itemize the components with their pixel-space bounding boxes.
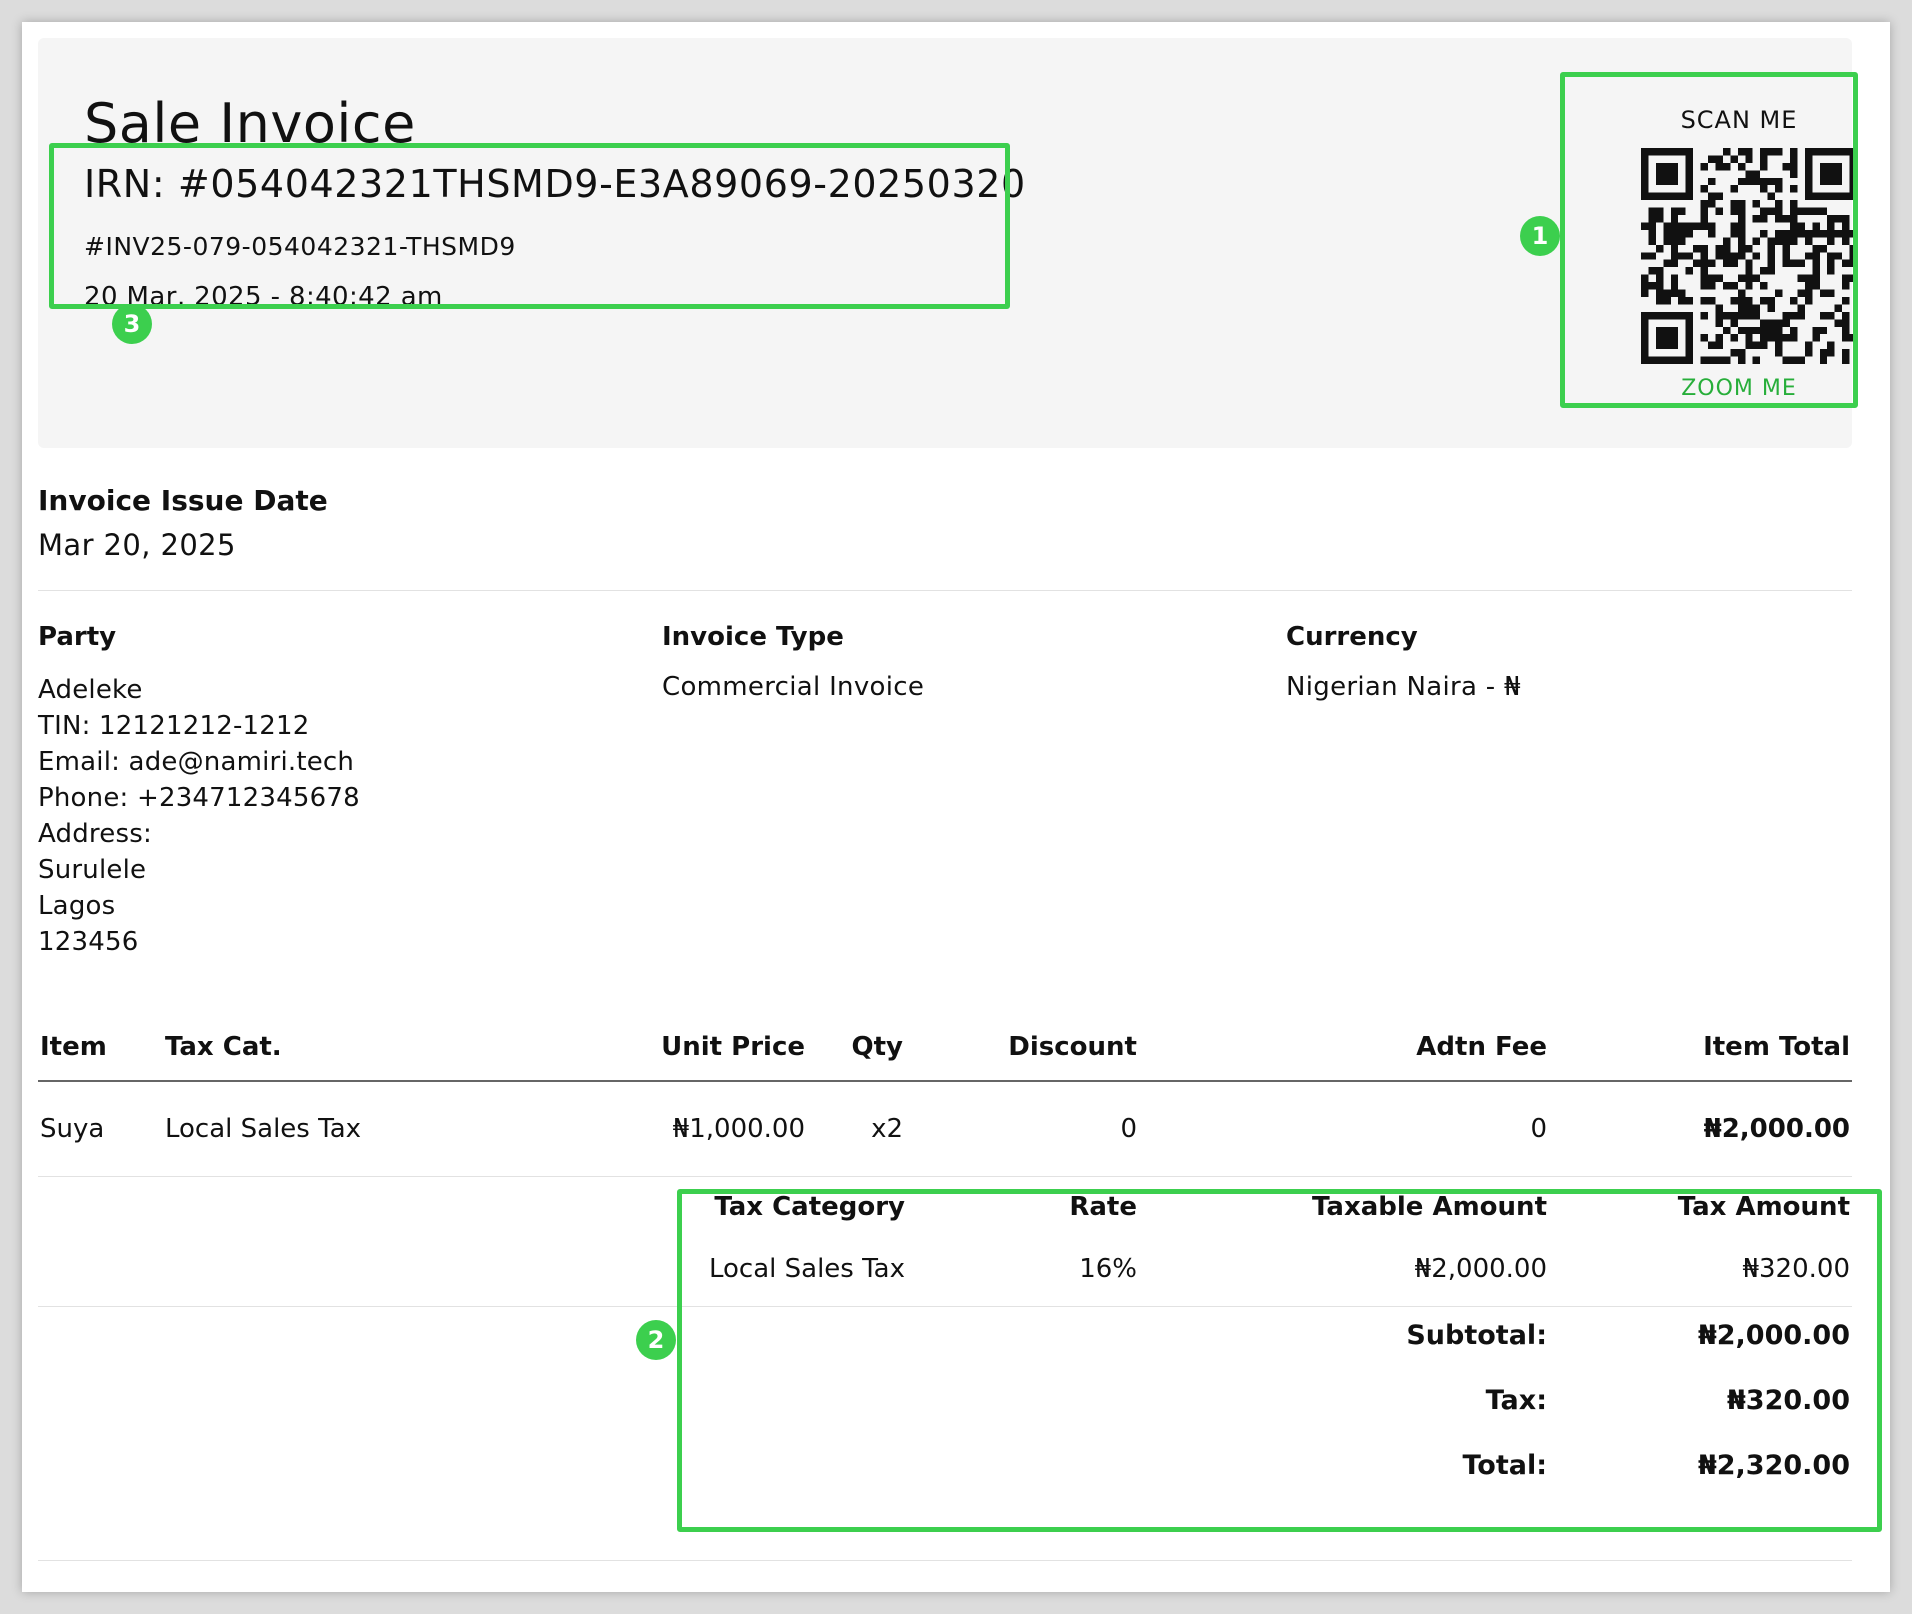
scan-me-label: SCAN ME (1680, 106, 1798, 134)
total-label: Total: (1462, 1450, 1547, 1481)
total-value: ₦2,320.00 (1697, 1450, 1850, 1481)
party-label: Party (38, 622, 117, 652)
divider (38, 1306, 1852, 1307)
invoice-page: Sale Invoice IRN: #054042321THSMD9-E3A89… (22, 22, 1890, 1592)
divider (38, 1560, 1852, 1561)
tax-value: ₦320.00 (1727, 1385, 1850, 1416)
qr-code-panel: SCAN ME ZOOM ME (1595, 98, 1883, 414)
cell-tax-cat: Local Sales Tax (165, 1114, 362, 1144)
subtotal-value: ₦2,000.00 (1697, 1320, 1850, 1351)
column-header-taxable-amount: Taxable Amount (1312, 1192, 1547, 1222)
divider (38, 1176, 1852, 1177)
qr-code-icon[interactable] (1641, 148, 1857, 364)
party-address-label: Address: (38, 819, 152, 849)
party-tin: TIN: 12121212-1212 (38, 711, 310, 741)
subtotal-label: Subtotal: (1406, 1320, 1547, 1351)
column-header-tax-amount: Tax Amount (1677, 1192, 1850, 1222)
cell-qty: x2 (871, 1114, 903, 1144)
party-phone: Phone: +234712345678 (38, 783, 360, 813)
cell-tax-amount: ₦320.00 (1742, 1254, 1850, 1284)
annotation-marker: 1 (1520, 216, 1560, 256)
invoice-issue-date-value: Mar 20, 2025 (38, 528, 236, 562)
invoice-number: #INV25-079-054042321-THSMD9 (84, 232, 516, 261)
column-header-tax-category: Tax Category (714, 1192, 905, 1222)
column-header-unit-price: Unit Price (661, 1032, 805, 1062)
currency-label: Currency (1286, 622, 1418, 652)
divider (38, 590, 1852, 591)
cell-taxable-amount: ₦2,000.00 (1414, 1254, 1547, 1284)
column-header-discount: Discount (1008, 1032, 1137, 1062)
cell-item: Suya (40, 1114, 105, 1144)
zoom-me-link[interactable]: ZOOM ME (1595, 376, 1883, 401)
invoice-issue-date-label: Invoice Issue Date (38, 484, 328, 517)
party-name: Adeleke (38, 675, 143, 705)
cell-rate: 16% (1079, 1254, 1137, 1284)
invoice-type-value: Commercial Invoice (662, 672, 925, 702)
invoice-type-label: Invoice Type (662, 622, 844, 652)
cell-adtn-fee: 0 (1530, 1114, 1547, 1144)
column-header-tax-cat: Tax Cat. (165, 1032, 282, 1062)
invoice-header-panel: Sale Invoice IRN: #054042321THSMD9-E3A89… (38, 38, 1857, 448)
party-address-line: 123456 (38, 927, 139, 957)
cell-item-total: ₦2,000.00 (1703, 1114, 1850, 1144)
currency-value: Nigerian Naira - ₦ (1286, 672, 1521, 702)
annotation-marker: 2 (636, 1320, 676, 1360)
cell-discount: 0 (1120, 1114, 1137, 1144)
column-header-item-total: Item Total (1703, 1032, 1850, 1062)
column-header-item: Item (40, 1032, 107, 1062)
column-header-adtn-fee: Adtn Fee (1416, 1032, 1547, 1062)
annotation-marker: 3 (112, 304, 152, 344)
cell-unit-price: ₦1,000.00 (672, 1114, 805, 1144)
party-address-line: Lagos (38, 891, 116, 921)
cell-tax-category: Local Sales Tax (708, 1254, 905, 1284)
column-header-rate: Rate (1069, 1192, 1137, 1222)
column-header-qty: Qty (851, 1032, 903, 1062)
party-details: Adeleke TIN: 12121212-1212 Email: ade@na… (38, 672, 360, 960)
party-email: Email: ade@namiri.tech (38, 747, 355, 777)
tax-label: Tax: (1485, 1385, 1547, 1416)
page-title: Sale Invoice (84, 92, 416, 155)
party-address-line: Surulele (38, 855, 147, 885)
irn-number: IRN: #054042321THSMD9-E3A89069-20250320 (84, 162, 1026, 206)
table-header-divider (38, 1080, 1852, 1082)
